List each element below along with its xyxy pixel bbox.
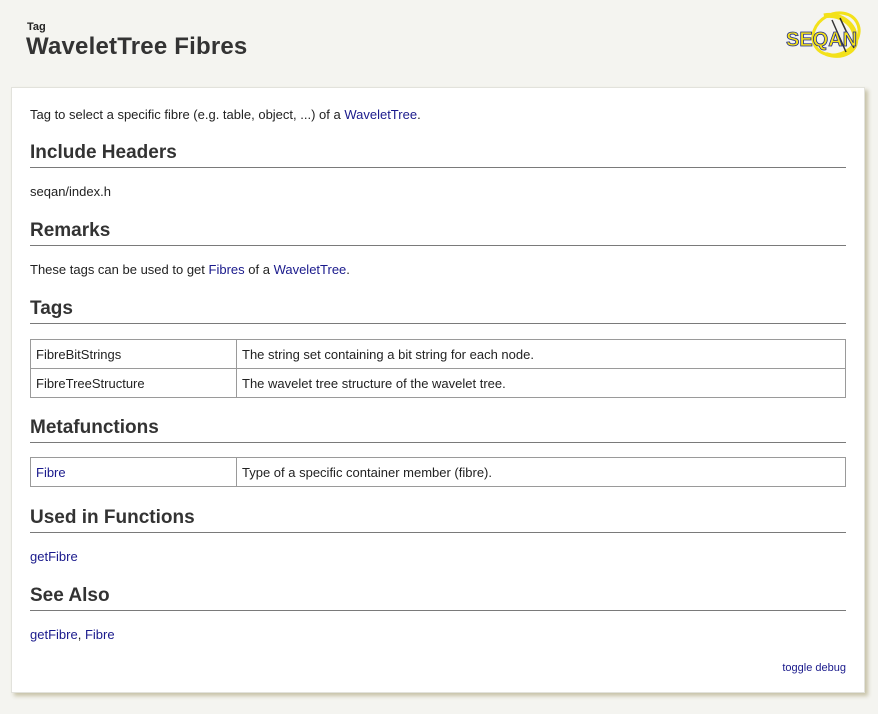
intro-wavelettree-link[interactable]: WaveletTree [344,107,417,122]
entity-kind-label: Tag [27,21,46,33]
see-also-list: getFibre, Fibre [30,627,115,642]
tags-table: FibreBitStrings The string set containin… [30,339,846,398]
include-header-file: seqan/index.h [30,184,111,199]
metafunction-name-cell: Fibre [30,457,237,487]
used-in-functions-heading: Used in Functions [30,507,846,533]
used-in-functions-list: getFibre [30,549,78,564]
remarks-suffix: . [346,262,350,277]
tag-name-cell: FibreBitStrings [30,339,237,369]
see-also-getfibre-link[interactable]: getFibre [30,627,78,642]
see-also-separator: , [77,627,85,642]
tag-desc-cell: The wavelet tree structure of the wavele… [236,368,846,398]
remarks-text: These tags can be used to get Fibres of … [30,262,350,277]
metafunctions-table: Fibre Type of a specific container membe… [30,457,846,487]
tag-name-cell: FibreTreeStructure [30,368,237,398]
tags-heading: Tags [30,298,846,324]
remarks-prefix: These tags can be used to get [30,262,209,277]
intro-text: Tag to select a specific fibre (e.g. tab… [30,107,421,122]
remarks-wavelettree-link[interactable]: WaveletTree [274,262,347,277]
content-panel: Tag to select a specific fibre (e.g. tab… [11,87,865,693]
toggle-debug-link[interactable]: toggle debug [782,662,846,674]
table-row: FibreBitStrings The string set containin… [30,339,846,369]
intro-suffix: . [417,107,421,122]
include-headers-heading: Include Headers [30,142,846,168]
metafunction-fibre-link[interactable]: Fibre [36,465,66,480]
seqan-logo[interactable]: SEQAN [784,10,864,62]
tag-desc-cell: The string set containing a bit string f… [236,339,846,369]
see-also-fibre-link[interactable]: Fibre [85,627,115,642]
table-row: FibreTreeStructure The wavelet tree stru… [30,368,846,398]
table-row: Fibre Type of a specific container membe… [30,457,846,487]
metafunction-desc-cell: Type of a specific container member (fib… [236,457,846,487]
remarks-fibres-link[interactable]: Fibres [209,262,245,277]
page-header: Tag WaveletTree Fibres SEQAN [0,0,878,80]
page-title: WaveletTree Fibres [26,33,248,60]
remarks-heading: Remarks [30,220,846,246]
getfibre-link[interactable]: getFibre [30,549,78,564]
see-also-heading: See Also [30,585,846,611]
logo-text: SEQAN [786,29,857,51]
intro-prefix: Tag to select a specific fibre (e.g. tab… [30,107,345,122]
metafunctions-heading: Metafunctions [30,417,846,443]
remarks-middle: of a [244,262,274,277]
